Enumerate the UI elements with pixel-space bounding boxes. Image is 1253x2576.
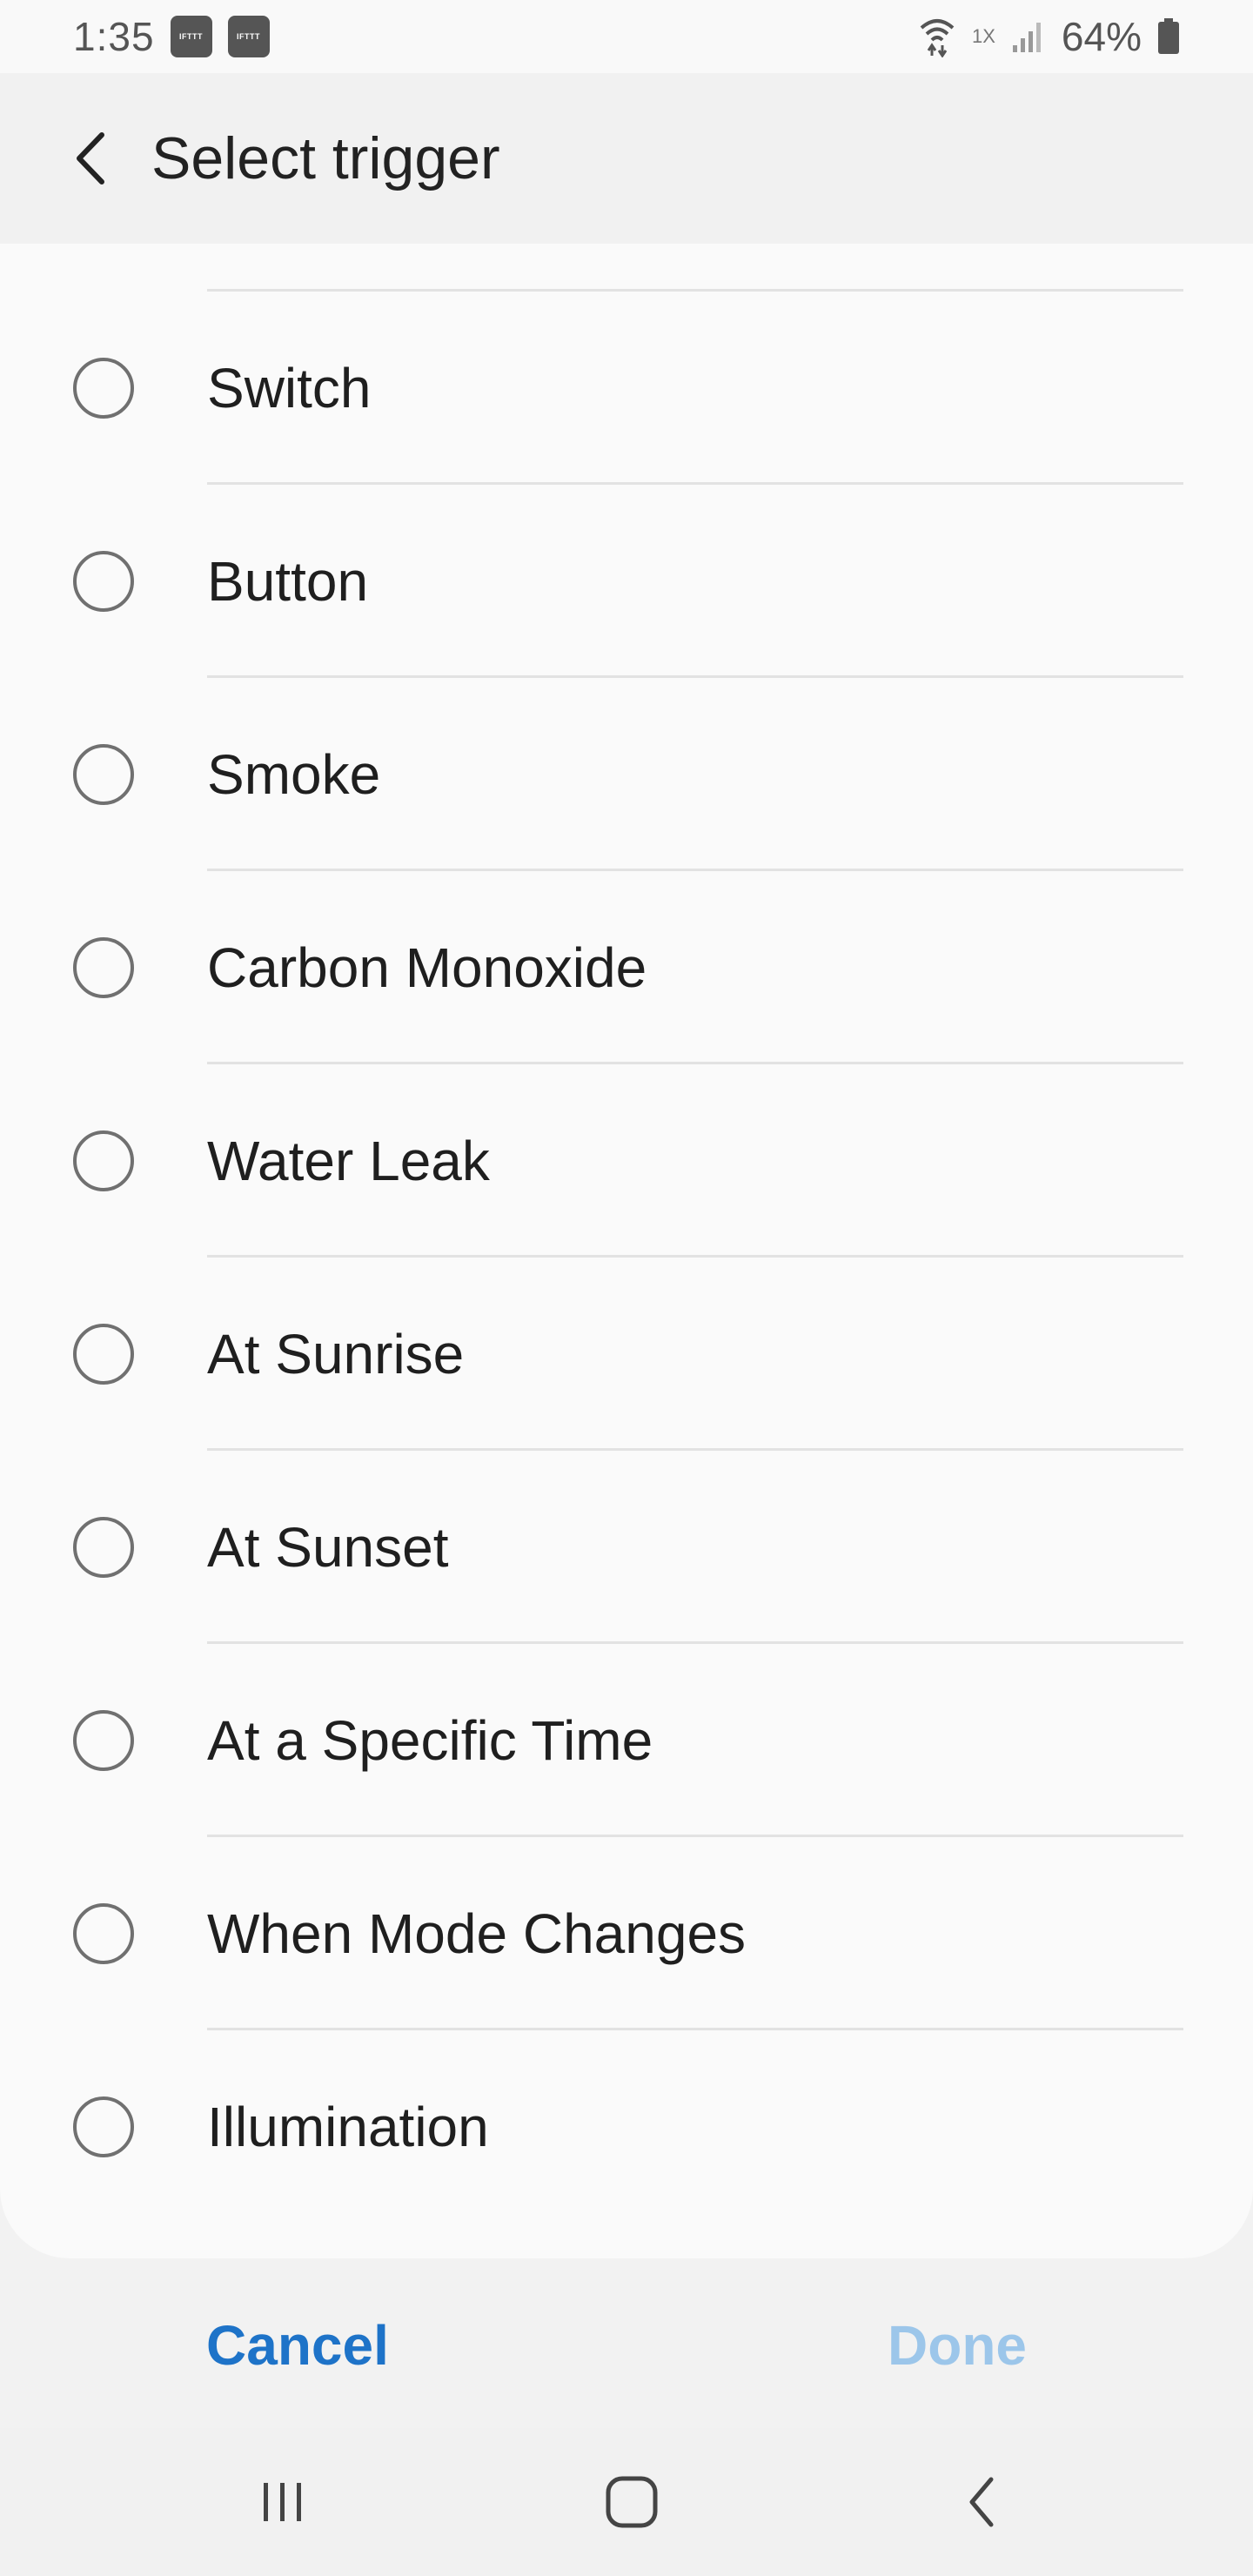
trigger-label: Button	[207, 550, 369, 613]
footer-actions: Cancel Done	[0, 2263, 1253, 2428]
radio-button[interactable]	[73, 1517, 134, 1578]
trigger-label: At a Specific Time	[207, 1709, 653, 1772]
trigger-option[interactable]: Smoke	[0, 678, 1253, 871]
recents-icon	[264, 2483, 301, 2521]
radio-button[interactable]	[73, 1710, 134, 1771]
radio-button[interactable]	[73, 937, 134, 998]
home-icon	[606, 2476, 658, 2528]
trigger-label: Smoke	[207, 743, 381, 806]
done-button[interactable]: Done	[888, 2313, 1027, 2378]
chevron-left-icon	[77, 132, 104, 184]
trigger-list: Presence Switch Button Smoke Carbon Monoxide…	[0, 244, 1253, 2224]
trigger-option[interactable]: When Mode Changes	[0, 1837, 1253, 2030]
status-indicators: 1X 64%	[918, 13, 1180, 60]
signal-icon	[1011, 19, 1046, 54]
ifttt-notification-icon: IFTTT	[170, 16, 212, 57]
trigger-option[interactable]: Carbon Monoxide	[0, 871, 1253, 1064]
radio-button[interactable]	[73, 2096, 134, 2157]
page-title: Select trigger	[151, 125, 500, 191]
trigger-label: Water Leak	[207, 1130, 490, 1192]
radio-button[interactable]	[73, 1130, 134, 1191]
back-button[interactable]	[38, 106, 143, 211]
ifttt-notification-icon: IFTTT	[227, 16, 270, 57]
trigger-option[interactable]: At Sunset	[0, 1451, 1253, 1644]
battery-percent: 64%	[1061, 14, 1142, 59]
trigger-label: At Sunset	[207, 1516, 449, 1579]
status-time: 1:35	[73, 14, 155, 59]
trigger-label: Carbon Monoxide	[207, 936, 647, 999]
wifi-icon	[918, 16, 956, 57]
trigger-list-card: Presence Switch Button Smoke Carbon Monoxide…	[0, 244, 1253, 2258]
trigger-label: Switch	[207, 357, 372, 419]
trigger-label: When Mode Changes	[207, 1902, 747, 1965]
trigger-option[interactable]: Switch	[0, 292, 1253, 485]
network-type-label: 1X	[972, 25, 995, 47]
back-icon	[969, 2477, 994, 2527]
recents-button[interactable]	[231, 2450, 335, 2554]
trigger-option[interactable]: Illumination	[0, 2030, 1253, 2224]
system-back-button[interactable]	[931, 2450, 1035, 2554]
status-bar: 1:35 IFTTT IFTTT 1X 64%	[0, 0, 1253, 73]
trigger-option[interactable]: At a Specific Time	[0, 1644, 1253, 1837]
navigation-bar	[0, 2428, 1253, 2576]
trigger-label: Illumination	[207, 2096, 489, 2158]
radio-button[interactable]	[73, 1903, 134, 1964]
trigger-option[interactable]: Button	[0, 485, 1253, 678]
radio-button[interactable]	[73, 551, 134, 612]
trigger-option[interactable]: At Sunrise	[0, 1258, 1253, 1451]
radio-button[interactable]	[73, 358, 134, 419]
trigger-option[interactable]: Presence	[0, 244, 1253, 292]
home-button[interactable]	[580, 2450, 684, 2554]
screen: 1:35 IFTTT IFTTT 1X 64% Select trigger S…	[0, 0, 1253, 2576]
radio-button[interactable]	[73, 744, 134, 805]
battery-icon	[1157, 18, 1180, 55]
cancel-button[interactable]: Cancel	[206, 2313, 389, 2378]
trigger-option[interactable]: Water Leak	[0, 1064, 1253, 1258]
app-header: Select trigger	[0, 73, 1253, 244]
radio-button[interactable]	[73, 1324, 134, 1385]
trigger-label: At Sunrise	[207, 1323, 465, 1385]
